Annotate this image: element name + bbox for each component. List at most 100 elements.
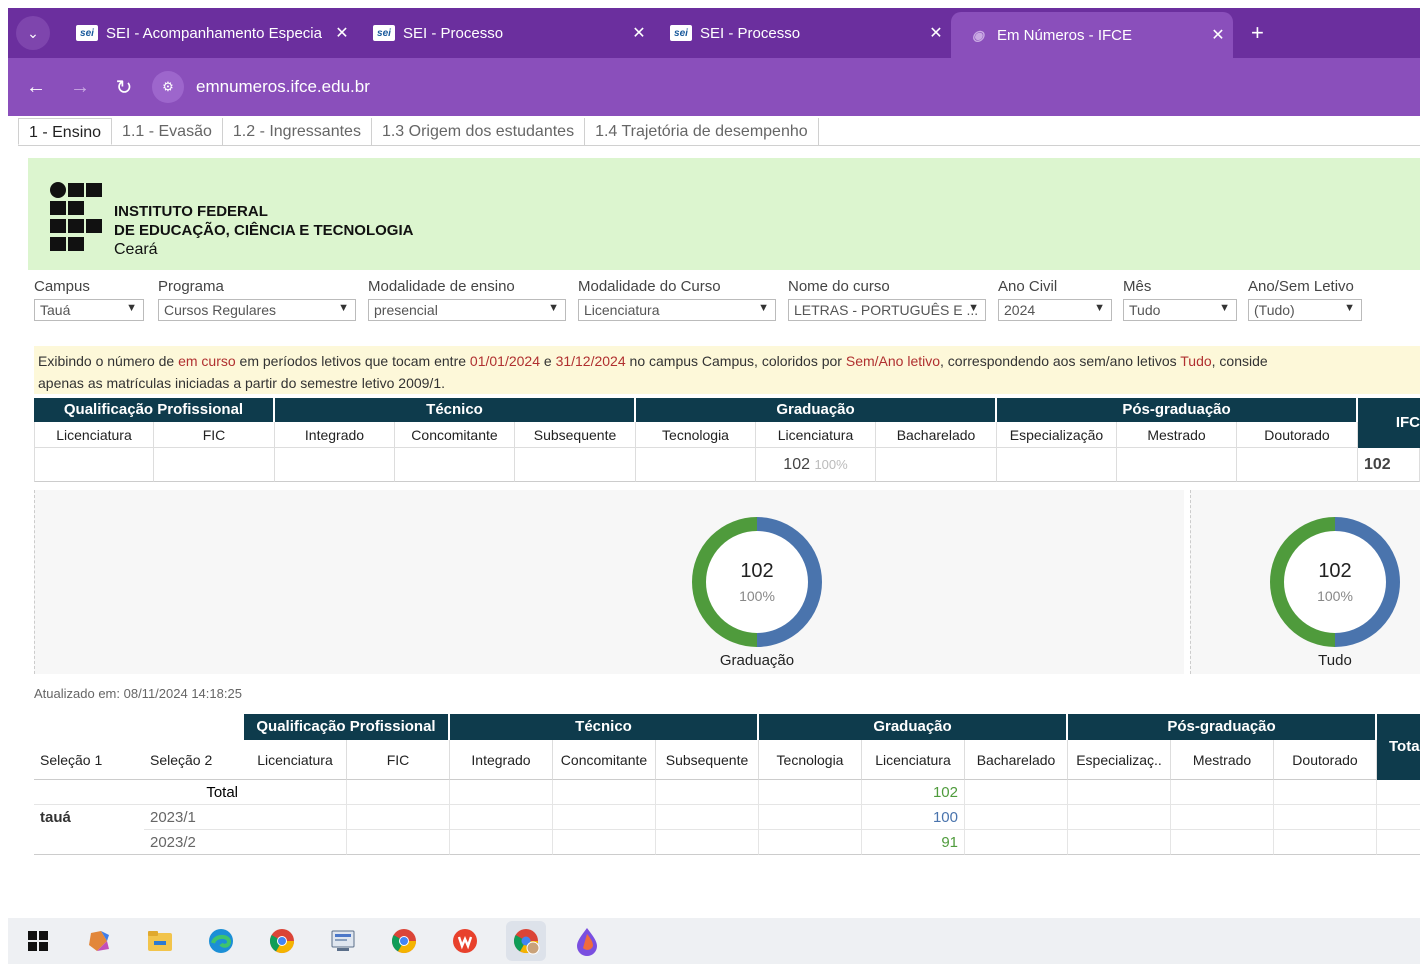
windows-icon[interactable] — [18, 921, 58, 961]
summary-table: Qualificação Profissional Técnico Gradua… — [34, 398, 1420, 482]
tab-evasao[interactable]: 1.1 - Evasão — [112, 118, 223, 145]
tab-search-button[interactable]: ⌄ — [16, 16, 50, 50]
new-tab-button[interactable]: + — [1251, 20, 1264, 46]
browser-tab-bar: ⌄ sei SEI - Acompanhamento Especia ✕ sei… — [8, 8, 1420, 58]
chrome-icon[interactable] — [384, 921, 424, 961]
close-icon[interactable]: ✕ — [624, 23, 654, 43]
institution-line2: DE EDUCAÇÃO, CIÊNCIA E TECNOLOGIA — [114, 222, 414, 239]
forward-icon[interactable]: → — [58, 76, 102, 99]
dropdown-arrow-icon: ▼ — [548, 302, 559, 314]
copilot-icon[interactable] — [79, 921, 119, 961]
browser-tab[interactable]: sei SEI - Acompanhamento Especia ✕ — [60, 8, 357, 58]
filter-label: Programa — [158, 278, 224, 295]
app-icon[interactable] — [323, 921, 363, 961]
info-text: em períodos letivos que tocam entre — [235, 353, 470, 369]
url-field[interactable]: ⚙ emnumeros.ifce.edu.br — [152, 67, 1402, 107]
tab-ensino[interactable]: 1 - Ensino — [18, 118, 113, 145]
filter-programa: Programa Cursos Regulares ▼ — [158, 278, 356, 321]
modalidade-curso-select[interactable]: Licenciatura ▼ — [578, 299, 776, 321]
table-cell — [347, 780, 450, 805]
info-highlight: 31/12/2024 — [555, 353, 626, 369]
table-cell — [1274, 830, 1377, 855]
chrome-profile-icon[interactable] — [506, 921, 546, 961]
back-icon[interactable]: ← — [14, 76, 58, 99]
drop-icon[interactable] — [567, 921, 607, 961]
filter-label: Ano Civil — [998, 278, 1058, 295]
dropdown-arrow-icon: ▼ — [968, 302, 979, 314]
dropdown-arrow-icon: ▼ — [1344, 302, 1355, 314]
ano-sem-letivo-select[interactable]: (Tudo) ▼ — [1248, 299, 1362, 321]
table-cell — [1068, 780, 1171, 805]
close-icon[interactable]: ✕ — [921, 23, 951, 43]
table-cell — [965, 805, 1068, 830]
site-settings-icon[interactable]: ⚙ — [152, 71, 184, 103]
chrome-icon[interactable] — [262, 921, 302, 961]
graduacao-licenciatura-cell[interactable]: 102 100% — [756, 448, 876, 482]
row-header: Seleção 1 — [34, 740, 144, 780]
wps-icon[interactable] — [445, 921, 485, 961]
tab-title: Em Números - IFCE — [997, 26, 1133, 44]
browser-tab-active[interactable]: ◉ Em Números - IFCE ✕ — [951, 12, 1233, 58]
tab-ingressantes[interactable]: 1.2 - Ingressantes — [223, 118, 372, 145]
row-header: Seleção 2 — [144, 740, 244, 780]
donut-tudo[interactable]: 102 100% Tudo — [1263, 514, 1407, 674]
close-icon[interactable]: ✕ — [1203, 25, 1233, 45]
group-header: Graduação — [636, 398, 997, 422]
dropdown-arrow-icon: ▼ — [1219, 302, 1230, 314]
column-header: Licenciatura — [862, 740, 965, 780]
info-highlight: em curso — [178, 353, 236, 369]
reload-icon[interactable]: ↻ — [102, 75, 146, 100]
value-cell — [1237, 448, 1358, 482]
programa-select[interactable]: Cursos Regulares ▼ — [158, 299, 356, 321]
globe-icon: ◉ — [971, 26, 985, 43]
table-cell — [450, 830, 553, 855]
file-explorer-icon[interactable] — [140, 921, 180, 961]
percent-text: 100% — [814, 457, 848, 472]
donut-graduacao[interactable]: 102 100% Graduação — [685, 514, 829, 674]
info-text: , correspondendo aos sem/ano letivos — [940, 353, 1181, 369]
value-cell[interactable]: 91 — [862, 830, 965, 855]
filter-label: Nome do curso — [788, 278, 890, 295]
subheader-row: Licenciatura FIC Integrado Concomitante … — [34, 422, 1420, 448]
column-header: FIC — [154, 422, 275, 448]
browser-tab[interactable]: sei SEI - Processo ✕ — [654, 8, 951, 58]
table-cell — [553, 780, 656, 805]
tab-title: SEI - Processo — [403, 24, 504, 42]
value-cell — [154, 448, 275, 482]
column-header: Mestrado — [1117, 422, 1237, 448]
column-header: Subsequente — [515, 422, 636, 448]
table-row-total: Total 102 — [34, 780, 1420, 805]
tab-title: SEI - Processo — [700, 24, 801, 42]
table-cell — [1171, 805, 1274, 830]
group-header: Pós-graduação — [1068, 714, 1377, 740]
edge-icon[interactable] — [201, 921, 241, 961]
filter-label: Ano/Sem Letivo — [1248, 278, 1354, 295]
ano-civil-select[interactable]: 2024 ▼ — [998, 299, 1112, 321]
table-cell — [1068, 805, 1171, 830]
campus-select[interactable]: Tauá ▼ — [34, 299, 144, 321]
institution-name: INSTITUTO FEDERAL DE EDUCAÇÃO, CIÊNCIA E… — [114, 202, 413, 259]
tab-origem[interactable]: 1.3 Origem dos estudantes — [372, 118, 586, 145]
nome-curso-select[interactable]: LETRAS - PORTUGUÊS E ... ▼ — [788, 299, 986, 321]
table-cell — [1171, 780, 1274, 805]
filter-label: Modalidade do Curso — [578, 278, 721, 295]
dashboard-tabs: 1 - Ensino 1.1 - Evasão 1.2 - Ingressant… — [18, 118, 1420, 146]
mes-select[interactable]: Tudo ▼ — [1123, 299, 1237, 321]
value-cell[interactable]: 100 — [862, 805, 965, 830]
dropdown-arrow-icon: ▼ — [758, 302, 769, 314]
select-value: 2024 — [1004, 302, 1036, 318]
close-icon[interactable]: ✕ — [327, 23, 357, 43]
donut-percent: 100% — [739, 588, 775, 604]
donut-percent: 100% — [1317, 588, 1353, 604]
table-row: 2023/2 91 — [34, 830, 1420, 855]
browser-tab[interactable]: sei SEI - Processo ✕ — [357, 8, 654, 58]
info-highlight: Tudo — [1180, 353, 1212, 369]
column-header: Tecnologia — [759, 740, 862, 780]
column-header: Licenciatura — [756, 422, 876, 448]
column-header: Doutorado — [1274, 740, 1377, 780]
select-value: Tauá — [40, 302, 71, 318]
modalidade-ensino-select[interactable]: presencial ▼ — [368, 299, 566, 321]
tab-trajetoria[interactable]: 1.4 Trajetória de desempenho — [585, 118, 819, 145]
donut-label: Graduação — [719, 652, 795, 669]
table-cell — [347, 830, 450, 855]
